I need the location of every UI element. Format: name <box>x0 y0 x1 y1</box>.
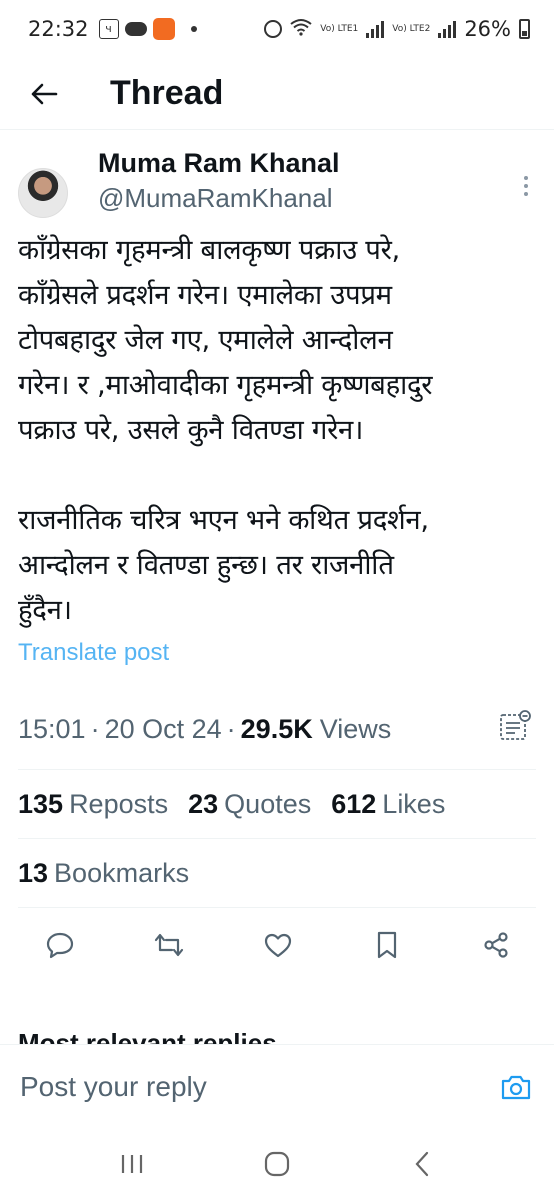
battery-icon <box>519 19 530 39</box>
bookmarks-stat[interactable]: 13 Bookmarks <box>18 858 189 889</box>
tweet-time[interactable]: 15:01 <box>18 714 86 745</box>
bookmark-icon <box>377 931 397 959</box>
more-notifications-icon <box>190 26 197 32</box>
more-options-button[interactable] <box>524 176 528 196</box>
signal-icon <box>438 20 457 38</box>
bookmarks-stats: 13 Bookmarks <box>18 839 536 907</box>
wifi-icon <box>290 18 312 41</box>
engagement-stats: 135 Reposts 23 Quotes 612 Likes <box>18 770 536 838</box>
share-button[interactable] <box>476 925 516 965</box>
tweet: Muma Ram Khanal @MumaRamKhanal काँग्रेसक… <box>0 130 554 982</box>
reply-input[interactable] <box>20 1070 498 1103</box>
bookmark-button[interactable] <box>367 925 407 965</box>
tweet-meta: 15:01 · 20 Oct 24 · 29.5K Views <box>18 703 536 755</box>
chevron-down-icon: ⌄ <box>284 1036 299 1044</box>
quotes-stat[interactable]: 23 Quotes <box>188 789 311 820</box>
back-button[interactable] <box>18 68 70 120</box>
like-icon <box>264 933 292 958</box>
camera-icon <box>501 1075 531 1099</box>
author-row: Muma Ram Khanal @MumaRamKhanal <box>18 146 536 218</box>
reply-icon <box>46 932 74 959</box>
more-dot-icon <box>524 184 528 188</box>
more-dot-icon <box>524 192 528 196</box>
home-button[interactable] <box>255 1142 299 1186</box>
repost-button[interactable] <box>149 925 189 965</box>
views-label: Views <box>319 713 392 744</box>
repost-icon <box>154 933 184 957</box>
app-icon <box>152 18 175 40</box>
page-title: Thread <box>110 74 224 112</box>
replies-sort-header[interactable]: Most relevant replies ⌄ <box>18 1024 299 1044</box>
avatar[interactable] <box>18 168 68 218</box>
back-nav-button[interactable] <box>400 1142 444 1186</box>
thread-header: Thread <box>0 58 554 130</box>
reply-composer <box>0 1044 554 1128</box>
cloud-icon <box>124 22 147 36</box>
like-button[interactable] <box>258 925 298 965</box>
camera-button[interactable] <box>498 1069 534 1105</box>
chevron-left-icon <box>415 1151 428 1177</box>
reply-button[interactable] <box>40 925 80 965</box>
lte2-label: Vo) LTE2 <box>392 24 431 34</box>
system-nav-bar <box>0 1128 554 1200</box>
views-count: 29.5K <box>240 713 313 744</box>
arrow-left-icon <box>31 83 58 104</box>
more-dot-icon <box>524 176 528 180</box>
lte1-label: Vo) LTE1 <box>320 24 359 34</box>
analytics-icon[interactable] <box>498 709 532 750</box>
alarm-icon <box>264 20 283 38</box>
tweet-date[interactable]: 20 Oct 24 <box>105 714 222 745</box>
status-time: 22:32 <box>28 17 89 41</box>
battery-percent: 26% <box>464 17 511 41</box>
tweet-text: काँग्रेसका गृहमन्त्री बालकृष्ण पक्राउ पर… <box>18 234 433 626</box>
action-bar <box>18 908 536 982</box>
home-icon <box>264 1151 290 1177</box>
author-name[interactable]: Muma Ram Khanal <box>98 146 340 180</box>
recent-apps-icon <box>122 1155 143 1173</box>
likes-stat[interactable]: 612 Likes <box>331 789 445 820</box>
signal-icon <box>366 20 385 38</box>
status-bar: 22:32 ч Vo) LTE1 Vo) LTE2 26% <box>0 0 554 58</box>
share-icon <box>484 932 508 958</box>
author-handle[interactable]: @MumaRamKhanal <box>98 180 340 216</box>
notification-icon: ч <box>98 19 119 39</box>
recent-apps-button[interactable] <box>110 1142 154 1186</box>
reposts-stat[interactable]: 135 Reposts <box>18 789 168 820</box>
translate-post-link[interactable]: Translate post <box>18 639 536 667</box>
